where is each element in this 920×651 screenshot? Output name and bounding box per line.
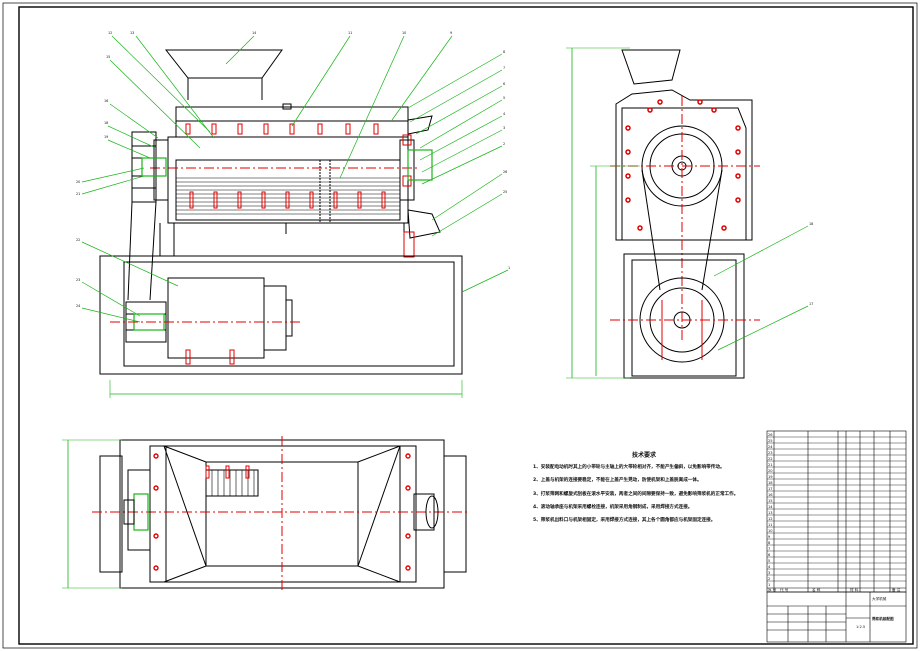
- col-seq-header: 序 号: [768, 587, 777, 592]
- svg-text:19: 19: [104, 135, 108, 139]
- svg-text:7: 7: [503, 66, 505, 70]
- parts-list: 262524 232221 201918 171615 141312 11109…: [766, 430, 907, 593]
- svg-text:18: 18: [809, 222, 813, 226]
- svg-text:8: 8: [503, 50, 505, 54]
- svg-text:17: 17: [768, 487, 773, 491]
- drawing-sheet: 12 13 15 16 18 19 20 21 22 23 24 14 11 10 98 76…: [0, 0, 920, 651]
- scraper-bolts: [189, 191, 386, 209]
- svg-text:14: 14: [252, 31, 256, 35]
- drawing-title: 筛浆机装配图: [872, 616, 894, 621]
- tech-note-5: 5、筛浆机出料口与机架相固定，采用焊接方式连接，其上各个圆角都应与机架固定连接。: [533, 518, 716, 524]
- svg-text:13: 13: [130, 31, 134, 35]
- svg-text:15: 15: [106, 55, 110, 59]
- svg-text:25: 25: [503, 190, 507, 194]
- assembly-drawing: 12 13 1516 1819 2021 2223 2414 11 10 98 76…: [2, 2, 918, 649]
- side-view: 18 17: [566, 47, 813, 379]
- svg-text:9: 9: [450, 31, 452, 35]
- drive-coupling: [407, 149, 433, 181]
- svg-text:1: 1: [768, 583, 770, 587]
- tech-note-2: 2、上盖与机架的连接要稳定，不能在上盖产生晃动，防使机架和上盖脱离成一体。: [533, 478, 702, 484]
- svg-text:9: 9: [768, 535, 771, 539]
- svg-text:10: 10: [402, 31, 406, 35]
- svg-text:18: 18: [768, 481, 773, 485]
- upper-cover: [175, 106, 409, 138]
- tech-note-1: 1、安装配电动机时其上的小带轮与主轴上的大带轮相对齐，不能产生偏斜，以免影响带传…: [533, 465, 725, 470]
- svg-text:11: 11: [768, 523, 773, 527]
- svg-text:5: 5: [768, 559, 770, 563]
- svg-text:6: 6: [503, 82, 505, 86]
- svg-text:23: 23: [768, 451, 773, 455]
- tech-note-4: 4、滚动轴承座与机架采用螺栓连接，机架采用角钢制成，采用焊接方式连接。: [533, 504, 693, 510]
- leg-foot-right: [403, 231, 415, 258]
- svg-text:20: 20: [76, 180, 80, 184]
- top-view: [62, 436, 470, 592]
- svg-text:14: 14: [768, 505, 773, 509]
- svg-text:2: 2: [503, 142, 505, 146]
- svg-text:13: 13: [768, 511, 773, 515]
- svg-text:22: 22: [768, 457, 773, 461]
- svg-text:23: 23: [76, 278, 80, 282]
- base-frame: [99, 255, 463, 375]
- svg-text:3: 3: [768, 571, 770, 575]
- side-bolt-ring: [625, 99, 741, 231]
- col-remark-header: 备 注: [892, 587, 901, 592]
- svg-text:22: 22: [76, 238, 80, 242]
- svg-text:5: 5: [503, 96, 505, 100]
- v-belt: [127, 201, 133, 301]
- svg-text:7: 7: [768, 547, 770, 551]
- title-block: 筛浆机装配图 大学机械 1:2.5: [766, 591, 907, 643]
- svg-text:4: 4: [768, 565, 771, 569]
- svg-text:2: 2: [768, 577, 770, 581]
- svg-text:17: 17: [809, 302, 813, 306]
- svg-text:1: 1: [508, 266, 510, 270]
- balloon-leaders: [81, 35, 509, 323]
- svg-text:12: 12: [108, 31, 112, 35]
- col-name-header: 名 称: [812, 587, 821, 592]
- cover-bolts: [185, 123, 379, 135]
- top-pulley: [127, 469, 151, 551]
- right-bearing: [399, 139, 415, 201]
- svg-text:25: 25: [768, 439, 773, 443]
- svg-text:21: 21: [768, 463, 773, 467]
- svg-text:11: 11: [348, 31, 352, 35]
- screen-mesh: [176, 177, 400, 215]
- svg-text:21: 21: [76, 192, 80, 196]
- svg-text:20: 20: [768, 469, 773, 473]
- svg-text:18: 18: [104, 121, 108, 125]
- svg-text:16: 16: [104, 99, 108, 103]
- svg-text:24: 24: [768, 445, 773, 449]
- svg-text:3: 3: [503, 126, 505, 130]
- outer-border: [2, 2, 918, 649]
- svg-text:15: 15: [768, 499, 773, 503]
- svg-text:19: 19: [768, 475, 773, 479]
- svg-text:8: 8: [768, 541, 771, 545]
- technical-requirements: 技术要求 1、安装配电动机时其上的小带轮与主轴上的大带轮相对齐，不能产生偏斜，以…: [533, 450, 755, 531]
- svg-text:26: 26: [768, 433, 773, 437]
- svg-text:10: 10: [768, 529, 773, 533]
- col-material-header: 材 料: [850, 587, 859, 592]
- feed-hopper: [164, 49, 283, 79]
- title-stamp: 大学机械: [872, 596, 887, 601]
- svg-text:24: 24: [76, 304, 80, 308]
- side-frame: [631, 259, 737, 377]
- col-code-header: 代 号: [780, 587, 789, 592]
- svg-text:6: 6: [768, 553, 771, 557]
- svg-text:12: 12: [768, 517, 773, 521]
- tech-notes-title: 技术要求: [631, 452, 656, 459]
- motor: [167, 277, 265, 359]
- tech-note-3: 3、打浆筛网和螺旋式刮板在滚水平安装，两者之间的间隙要保持一致，避免影响筛浆机的…: [533, 491, 739, 497]
- svg-text:4: 4: [503, 112, 505, 116]
- side-hopper: [621, 49, 681, 85]
- svg-text:26: 26: [503, 170, 507, 174]
- drawing-scale: 1:2.5: [856, 625, 865, 629]
- front-view: 12 13 1516 1819 2021 2223 2414 11 10 98 76…: [76, 31, 510, 398]
- svg-text:16: 16: [768, 493, 773, 497]
